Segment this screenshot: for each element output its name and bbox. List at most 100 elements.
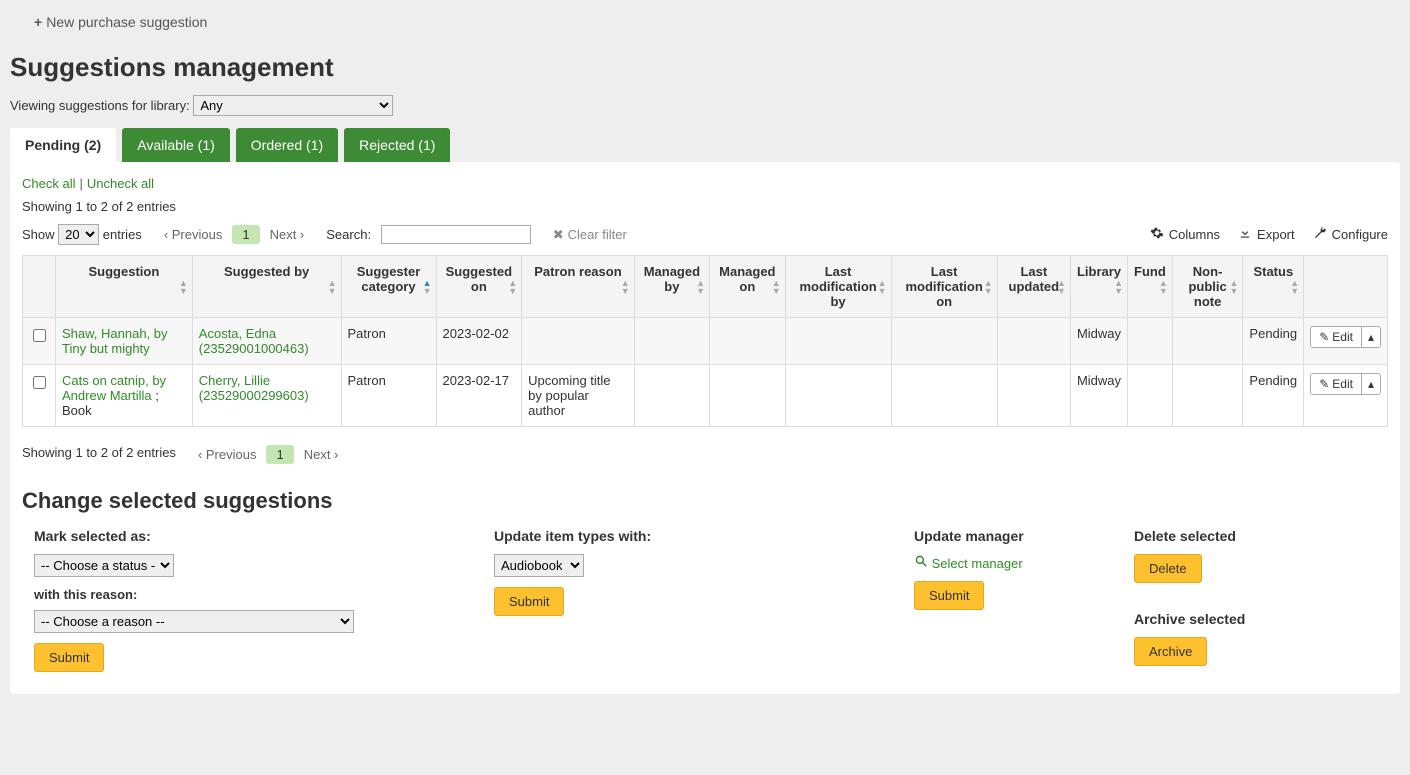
col-header[interactable]: Managed on▲▼ <box>710 256 786 318</box>
submit-manager-button[interactable]: Submit <box>914 581 984 610</box>
suggested-by-link[interactable]: Cherry, Lillie (23529000299603) <box>199 373 309 403</box>
previous-button-bottom[interactable]: ‹ Previous <box>198 447 257 462</box>
uncheck-all-link[interactable]: Uncheck all <box>87 176 154 191</box>
select-manager-link[interactable]: Select manager <box>914 556 1023 571</box>
cell-managed_by <box>634 365 709 427</box>
check-all-link[interactable]: Check all <box>22 176 75 191</box>
plus-icon: + <box>34 14 42 30</box>
entries-info-bottom: Showing 1 to 2 of 2 entries <box>22 445 176 460</box>
previous-button[interactable]: ‹ Previous <box>164 227 223 242</box>
col-header[interactable]: Patron reason▲▼ <box>522 256 635 318</box>
download-icon <box>1238 226 1252 243</box>
col-header[interactable]: Suggestion▲▼ <box>56 256 193 318</box>
current-page[interactable]: 1 <box>232 225 259 244</box>
col-checkbox <box>23 256 56 318</box>
tab-2[interactable]: Ordered (1) <box>236 128 338 162</box>
edit-dropdown-toggle[interactable]: ▴ <box>1361 327 1380 347</box>
cell-fund <box>1128 365 1173 427</box>
col-header[interactable]: Suggester category▲▼ <box>341 256 436 318</box>
reason-select[interactable]: -- Choose a reason -- <box>34 610 354 633</box>
col-header[interactable]: Fund▲▼ <box>1128 256 1173 318</box>
row-checkbox[interactable] <box>33 376 46 389</box>
col-header[interactable]: Status▲▼ <box>1243 256 1304 318</box>
col-header[interactable]: Last modification by▲▼ <box>785 256 891 318</box>
archive-selected-label: Archive selected <box>1134 611 1294 627</box>
tab-3[interactable]: Rejected (1) <box>344 128 450 162</box>
col-header[interactable]: Library▲▼ <box>1070 256 1127 318</box>
col-header[interactable]: Last updated▲▼ <box>997 256 1070 318</box>
configure-button[interactable]: Configure <box>1313 226 1388 243</box>
submit-itemtype-button[interactable]: Submit <box>494 587 564 616</box>
export-button[interactable]: Export <box>1238 226 1295 243</box>
cell-last_mod_on <box>891 365 997 427</box>
row-checkbox[interactable] <box>33 329 46 342</box>
edit-button[interactable]: ✎ Edit <box>1311 374 1361 394</box>
suggestion-link[interactable]: Cats on catnip, by Andrew Martilla <box>62 373 166 403</box>
entries-info-top: Showing 1 to 2 of 2 entries <box>22 199 1388 214</box>
suggestions-table: Suggestion▲▼Suggested by▲▼Suggester cate… <box>22 255 1388 427</box>
col-header[interactable]: Last modification on▲▼ <box>891 256 997 318</box>
library-filter-select[interactable]: Any <box>193 95 393 116</box>
cell-last_updated <box>997 318 1070 365</box>
cell-last_mod_by <box>785 365 891 427</box>
update-manager-label: Update manager <box>914 528 1094 544</box>
search-input[interactable] <box>381 225 531 244</box>
delete-selected-label: Delete selected <box>1134 528 1294 544</box>
columns-button[interactable]: Columns <box>1150 226 1220 243</box>
current-page-bottom[interactable]: 1 <box>266 445 293 464</box>
col-header[interactable]: Non-public note▲▼ <box>1172 256 1243 318</box>
cell-suggested_on: 2023-02-17 <box>436 365 522 427</box>
edit-button[interactable]: ✎ Edit <box>1311 327 1361 347</box>
cell-last_mod_on <box>891 318 997 365</box>
cell-suggested_on: 2023-02-02 <box>436 318 522 365</box>
archive-button[interactable]: Archive <box>1134 637 1207 666</box>
cell-library: Midway <box>1070 318 1127 365</box>
submit-status-button[interactable]: Submit <box>34 643 104 672</box>
cell-category: Patron <box>341 318 436 365</box>
batch-heading: Change selected suggestions <box>22 488 1388 514</box>
library-filter-label: Viewing suggestions for library: <box>10 98 190 113</box>
tab-1[interactable]: Available (1) <box>122 128 230 162</box>
tab-0[interactable]: Pending (2) <box>10 128 116 162</box>
cell-last_updated <box>997 365 1070 427</box>
separator: | <box>79 176 82 191</box>
page-size-select[interactable]: 20 <box>58 224 99 245</box>
entries-label: entries <box>103 227 142 242</box>
new-suggestion-label: New purchase suggestion <box>46 14 207 30</box>
new-purchase-suggestion-link[interactable]: + New purchase suggestion <box>34 14 207 30</box>
caret-up-icon: ▴ <box>1368 330 1374 344</box>
cell-category: Patron <box>341 365 436 427</box>
next-button[interactable]: Next › <box>270 227 305 242</box>
item-type-select[interactable]: Audiobook <box>494 554 584 577</box>
cell-note <box>1172 318 1243 365</box>
cell-managed_on <box>710 365 786 427</box>
reason-label: with this reason: <box>34 587 454 602</box>
caret-up-icon: ▴ <box>1368 377 1374 391</box>
search-icon <box>914 556 932 571</box>
cell-managed_by <box>634 318 709 365</box>
status-select[interactable]: -- Choose a status -- <box>34 554 174 577</box>
mark-selected-label: Mark selected as: <box>34 528 454 544</box>
delete-button[interactable]: Delete <box>1134 554 1202 583</box>
cell-status: Pending <box>1243 365 1304 427</box>
clear-filter-button[interactable]: ✖ Clear filter <box>553 227 627 243</box>
show-label: Show <box>22 227 55 242</box>
page-title: Suggestions management <box>10 52 1400 83</box>
next-button-bottom[interactable]: Next › <box>304 447 339 462</box>
suggestion-link[interactable]: Shaw, Hannah, by Tiny but mighty <box>62 326 168 356</box>
col-actions <box>1304 256 1388 318</box>
suggested-by-link[interactable]: Acosta, Edna (23529001000463) <box>199 326 309 356</box>
col-header[interactable]: Managed by▲▼ <box>634 256 709 318</box>
cell-patron_reason: Upcoming title by popular author <box>522 365 635 427</box>
table-row: Shaw, Hannah, by Tiny but mighty Acosta, … <box>23 318 1388 365</box>
search-label: Search: <box>326 227 371 242</box>
cell-patron_reason <box>522 318 635 365</box>
cell-managed_on <box>710 318 786 365</box>
col-header[interactable]: Suggested by▲▼ <box>192 256 341 318</box>
cell-library: Midway <box>1070 365 1127 427</box>
pencil-icon: ✎ <box>1319 377 1329 391</box>
col-header[interactable]: Suggested on▲▼ <box>436 256 522 318</box>
gear-icon <box>1150 226 1164 243</box>
cell-last_mod_by <box>785 318 891 365</box>
edit-dropdown-toggle[interactable]: ▴ <box>1361 374 1380 394</box>
